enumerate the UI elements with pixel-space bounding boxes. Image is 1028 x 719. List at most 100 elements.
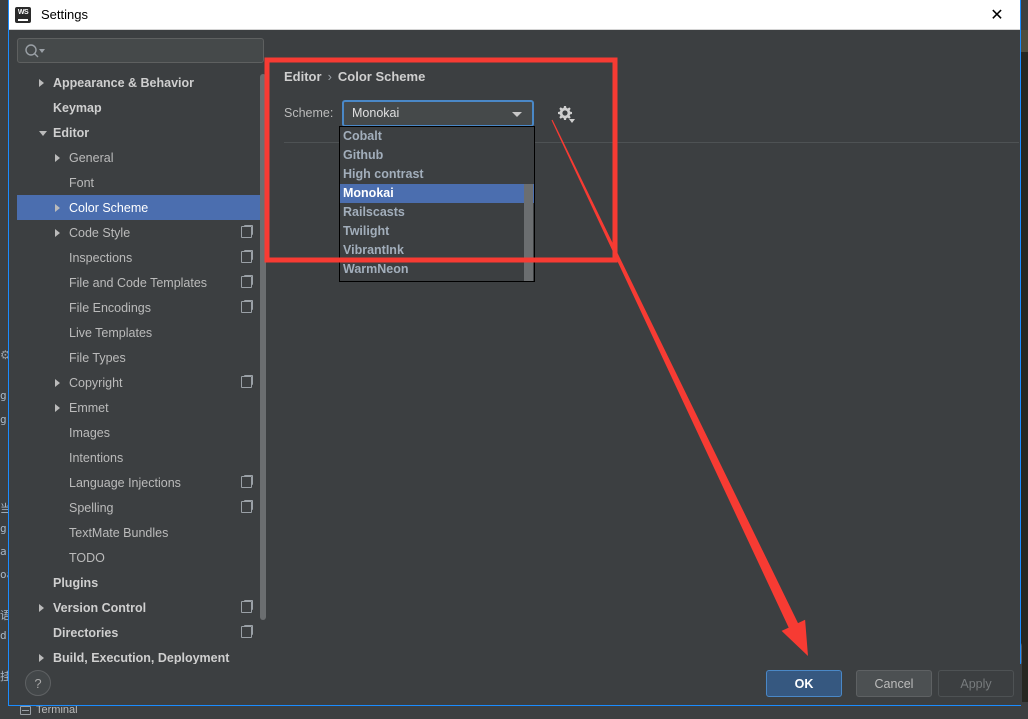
- webstorm-icon: WS: [15, 6, 31, 23]
- sidebar-item-label: Directories: [53, 625, 119, 640]
- scheme-dropdown-list[interactable]: Cobalt Github High contrast Monokai Railscas…: [339, 126, 535, 282]
- sidebar-item-color-scheme[interactable]: Color Scheme: [17, 195, 264, 220]
- sidebar-item-label: General: [69, 150, 114, 165]
- close-icon[interactable]: ✕: [974, 0, 1020, 29]
- sidebar-item-language-injections[interactable]: Language Injections: [17, 470, 264, 495]
- sidebar-item-plugins[interactable]: Plugins: [17, 570, 264, 595]
- sidebar-item-images[interactable]: Images: [17, 420, 264, 445]
- dropdown-option-railscasts[interactable]: Railscasts: [340, 203, 534, 222]
- sidebar-item-file-and-code-templates[interactable]: File and Code Templates: [17, 270, 264, 295]
- sidebar-item-keymap[interactable]: Keymap: [17, 95, 264, 120]
- sidebar-item-label: TODO: [69, 550, 105, 565]
- sidebar-item-label: Images: [69, 425, 110, 440]
- chevron-right-icon[interactable]: [55, 229, 60, 237]
- help-button[interactable]: ?: [25, 670, 51, 696]
- chevron-right-icon[interactable]: [55, 404, 60, 412]
- chevron-right-icon[interactable]: [39, 79, 44, 87]
- dropdown-option-twilight[interactable]: Twilight: [340, 222, 534, 241]
- chevron-down-icon[interactable]: [39, 131, 47, 136]
- project-scope-icon: [241, 300, 253, 313]
- sidebar-item-textmate-bundles[interactable]: TextMate Bundles: [17, 520, 264, 545]
- sidebar-item-label: Plugins: [53, 575, 99, 590]
- project-scope-icon: [241, 225, 253, 238]
- sidebar-item-label: Emmet: [69, 400, 109, 415]
- sidebar-scrollbar-thumb[interactable]: [260, 74, 266, 620]
- dropdown-option-cobalt[interactable]: Cobalt: [340, 127, 534, 146]
- sidebar-item-label: Editor: [53, 125, 90, 140]
- chevron-right-icon[interactable]: [39, 654, 44, 662]
- breadcrumb-separator: ›: [327, 69, 332, 84]
- sidebar-item-label: Code Style: [69, 225, 131, 240]
- search-icon: [24, 43, 46, 59]
- terminal-icon: [20, 706, 31, 715]
- sidebar-item-label: File and Code Templates: [69, 275, 208, 290]
- window-title: Settings: [41, 7, 88, 22]
- ok-button[interactable]: OK: [766, 670, 842, 697]
- project-scope-icon: [241, 275, 253, 288]
- sidebar-item-version-control[interactable]: Version Control: [17, 595, 264, 620]
- project-scope-icon: [241, 625, 253, 638]
- scheme-dropdown-items[interactable]: Cobalt Github High contrast Monokai Railscas…: [340, 127, 534, 279]
- sidebar-item-font[interactable]: Font: [17, 170, 264, 195]
- sidebar-item-spelling[interactable]: Spelling: [17, 495, 264, 520]
- sidebar-item-file-types[interactable]: File Types: [17, 345, 264, 370]
- sidebar-item-label: Intentions: [69, 450, 124, 465]
- sidebar-item-file-encodings[interactable]: File Encodings: [17, 295, 264, 320]
- search-box[interactable]: [17, 38, 264, 63]
- background-text-fragment: a: [0, 545, 7, 558]
- breadcrumb-current: Color Scheme: [337, 69, 426, 84]
- scheme-combobox[interactable]: Monokai: [342, 100, 534, 127]
- settings-dialog: WS Settings ✕ Appearance & Behavior Keyma…: [8, 0, 1022, 706]
- sidebar-item-label: Language Injections: [69, 475, 181, 490]
- dropdown-option-warmneon[interactable]: WarmNeon: [340, 260, 534, 279]
- chevron-right-icon[interactable]: [55, 204, 60, 212]
- chevron-down-icon[interactable]: [512, 112, 522, 117]
- sidebar-item-label: Copyright: [69, 375, 123, 390]
- sidebar-item-label: Appearance & Behavior: [53, 75, 195, 90]
- search-input[interactable]: [48, 39, 259, 62]
- sidebar-item-inspections[interactable]: Inspections: [17, 245, 264, 270]
- sidebar-item-label: File Encodings: [69, 300, 151, 315]
- gear-icon[interactable]: [552, 102, 578, 126]
- dropdown-option-vibrantink[interactable]: VibrantInk: [340, 241, 534, 260]
- dialog-title-bar: WS Settings ✕: [9, 0, 1020, 30]
- chevron-right-icon[interactable]: [55, 379, 60, 387]
- sidebar-item-code-style[interactable]: Code Style: [17, 220, 264, 245]
- dropdown-option-monokai[interactable]: Monokai: [340, 184, 534, 203]
- background-text-fragment: g: [0, 413, 7, 426]
- webstorm-icon-text: WS: [17, 9, 29, 16]
- sidebar-item-label: Spelling: [69, 500, 114, 515]
- sidebar-item-label: Color Scheme: [69, 200, 149, 215]
- sidebar-item-label: Inspections: [69, 250, 133, 265]
- sidebar-item-appearance-behavior[interactable]: Appearance & Behavior: [17, 70, 264, 95]
- dropdown-scrollbar-thumb[interactable]: [524, 184, 533, 281]
- sidebar-item-label: Keymap: [53, 100, 102, 115]
- cancel-button[interactable]: Cancel: [856, 670, 932, 697]
- dropdown-option-github[interactable]: Github: [340, 146, 534, 165]
- project-scope-icon: [241, 475, 253, 488]
- sidebar-item-general[interactable]: General: [17, 145, 264, 170]
- breadcrumb-parent[interactable]: Editor: [284, 69, 322, 84]
- dropdown-option-high-contrast[interactable]: High contrast: [340, 165, 534, 184]
- chevron-right-icon[interactable]: [55, 154, 60, 162]
- scheme-label: Scheme:: [284, 106, 334, 120]
- apply-button[interactable]: Apply: [938, 670, 1014, 697]
- sidebar-item-copyright[interactable]: Copyright: [17, 370, 264, 395]
- sidebar-item-label: TextMate Bundles: [69, 525, 169, 540]
- sidebar-item-intentions[interactable]: Intentions: [17, 445, 264, 470]
- project-scope-icon: [241, 500, 253, 513]
- settings-tree[interactable]: Appearance & Behavior Keymap Editor General…: [17, 70, 264, 696]
- sidebar-item-directories[interactable]: Directories: [17, 620, 264, 645]
- background-text-fragment: g: [0, 389, 7, 402]
- dialog-body: Appearance & Behavior Keymap Editor General…: [9, 30, 1022, 705]
- sidebar-item-todo[interactable]: TODO: [17, 545, 264, 570]
- sidebar-item-live-templates[interactable]: Live Templates: [17, 320, 264, 345]
- sidebar-item-editor[interactable]: Editor: [17, 120, 264, 145]
- sidebar-scrollbar[interactable]: [260, 70, 266, 696]
- sidebar-item-emmet[interactable]: Emmet: [17, 395, 264, 420]
- dialog-button-bar: ? OK Cancel Apply: [9, 664, 1022, 705]
- chevron-right-icon[interactable]: [39, 604, 44, 612]
- breadcrumb: Editor › Color Scheme: [284, 69, 425, 84]
- project-scope-icon: [241, 375, 253, 388]
- scheme-combobox-value: Monokai: [352, 106, 400, 120]
